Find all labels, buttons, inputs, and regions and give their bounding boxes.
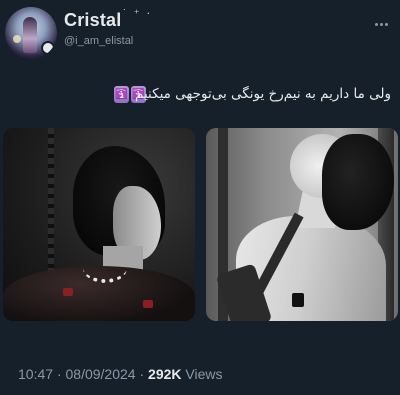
stage-light [13,35,21,43]
author-name-decoration: ˙ ⁺ ‧ [123,8,153,20]
shirt-logo [292,293,304,307]
meta-separator: · [56,366,62,382]
ellipsis-icon [384,22,388,26]
views-label: Views [185,366,223,382]
tweet-meta: 10:47 · 08/09/2024 · 292K Views [18,366,222,382]
avatar-badge [43,43,53,53]
media-photo-2[interactable] [206,128,398,321]
tweet-date[interactable]: 08/09/2024 [66,366,136,382]
author-handle[interactable]: @i_am_elistal [64,35,133,47]
author-display-name[interactable]: Cristal [64,10,121,31]
author-avatar[interactable] [5,7,57,59]
media-photo-1[interactable] [3,128,195,321]
tweet-text: ولی ما داریم به نیم‌رخ یونگی بی‌توجهی می… [135,86,391,102]
tweet-card[interactable]: Cristal ˙ ⁺ ‧ @i_am_elistal 🛐 🛐 ولی ما د… [0,0,400,395]
photo-detail [143,300,153,308]
tweet-time[interactable]: 10:47 [18,366,53,382]
photo-necklace [83,253,127,283]
avatar-figure [23,17,37,53]
photo-detail [63,288,73,296]
ellipsis-icon [374,22,378,26]
meta-separator: · [139,366,145,382]
ellipsis-icon [379,22,383,26]
more-options-button[interactable] [370,14,392,34]
views-count: 292K [148,366,182,382]
